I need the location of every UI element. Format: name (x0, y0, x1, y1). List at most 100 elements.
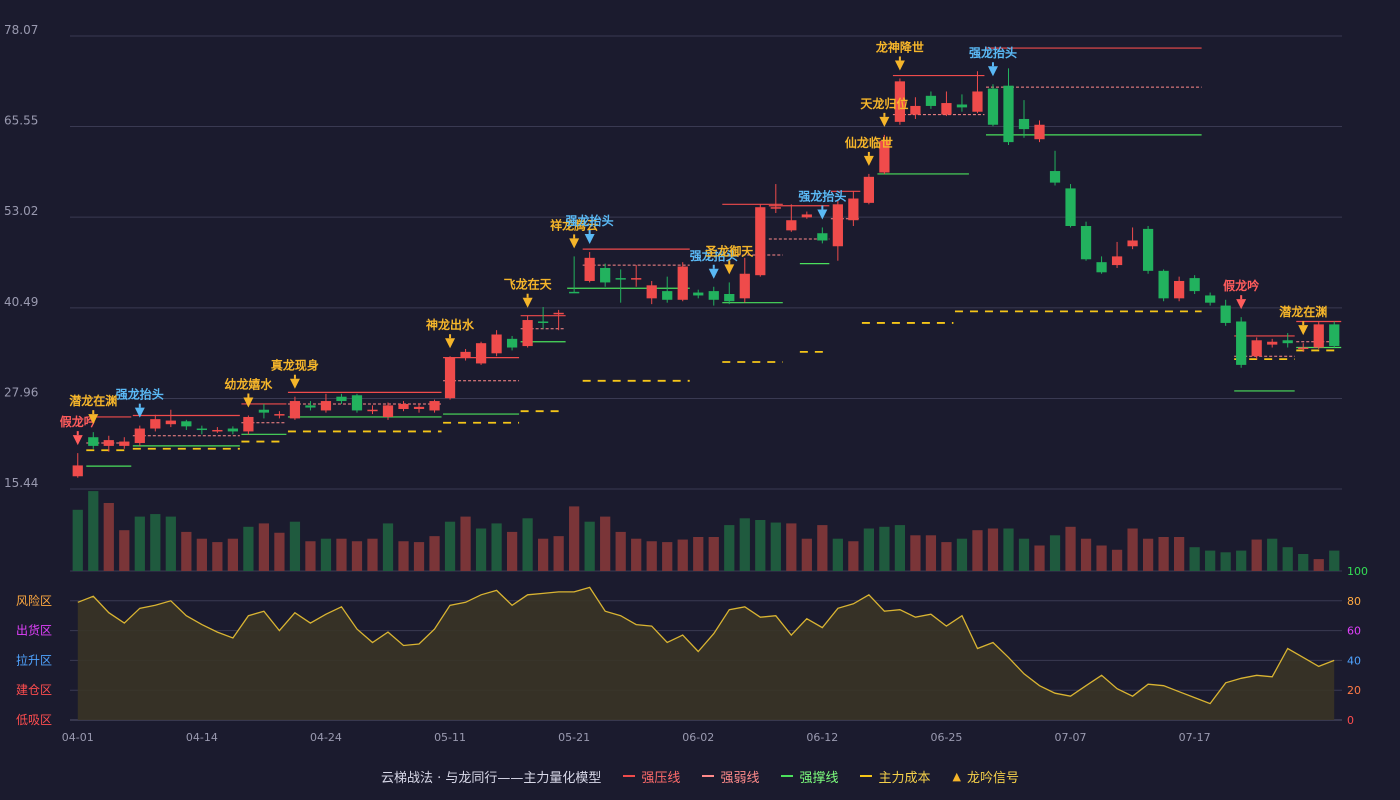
candle-body (72, 465, 83, 477)
volume-bar (770, 522, 781, 571)
candle-body (538, 321, 549, 323)
signal-label: 假龙吟 (1223, 278, 1259, 293)
candle-body (755, 207, 766, 276)
candle-body (243, 416, 254, 432)
volume-bar (305, 541, 316, 571)
volume-bar (1158, 537, 1169, 571)
legend-item-signal: ▲ 龙吟信号 (952, 767, 1018, 786)
date-tick-label: 06-02 (682, 731, 714, 744)
candle-body (910, 105, 921, 115)
volume-bar (879, 526, 890, 571)
candle-body (1065, 188, 1076, 227)
candle-body (1034, 124, 1045, 140)
candle-body (1220, 305, 1231, 323)
candle-body (677, 266, 688, 300)
legend-label-weak: 强弱线 (720, 770, 760, 786)
volume-bar (739, 518, 750, 571)
legend-label-press: 强压线 (641, 770, 681, 786)
candle-body (848, 198, 859, 221)
volume-bar (631, 538, 642, 571)
candle-body (724, 293, 735, 302)
indicator-zone-label: 出货区 (16, 623, 52, 638)
volume-bar (1282, 547, 1293, 571)
volume-bar (1018, 538, 1030, 571)
legend-item-weak: 强弱线 (702, 767, 759, 786)
candle-body (553, 312, 564, 315)
volume-bar (1220, 552, 1231, 571)
volume-bar (724, 525, 735, 571)
price-tick-label: 78.07 (4, 23, 38, 37)
volume-bar (382, 523, 394, 571)
candle-body (925, 95, 937, 106)
volume-bar (1142, 538, 1154, 571)
volume-bar (1174, 537, 1185, 571)
signal-label: 天龙归位 (860, 96, 908, 111)
volume-bar (1127, 528, 1138, 571)
volume-bar (863, 528, 874, 571)
indicator-zone-label: 低吸区 (16, 713, 52, 727)
signal-label: 仙龙临世 (845, 135, 893, 150)
date-tick-label: 04-01 (62, 731, 94, 744)
legend-label-cost: 主力成本 (878, 770, 931, 786)
candle-body (987, 88, 999, 125)
volume-bar (429, 536, 440, 571)
volume-bar (1298, 554, 1309, 571)
volume-bar (88, 491, 99, 571)
candle-body (817, 233, 828, 241)
candle-body (972, 91, 983, 112)
candle-body (600, 267, 611, 283)
date-tick-label: 04-14 (186, 731, 218, 744)
candle-body (1236, 321, 1247, 365)
candle-body (1080, 226, 1092, 260)
volume-bar (1267, 538, 1278, 571)
volume-bar (413, 542, 425, 571)
volume-bar (848, 541, 859, 571)
volume-bar (444, 521, 456, 571)
legend-item-cost: 主力成本 (860, 767, 930, 786)
date-tick-label: 06-12 (806, 731, 838, 744)
volume-bar (553, 536, 564, 571)
volume-bar (460, 516, 471, 571)
candle-body (88, 437, 99, 446)
candle-body (398, 403, 409, 410)
candle-body (584, 257, 595, 281)
signal-triangle-icon: ▲ (952, 769, 961, 783)
candle-body (134, 428, 145, 443)
volume-bar (1236, 550, 1247, 571)
candle-body (212, 429, 223, 432)
volume-bar (786, 523, 797, 571)
candle-body (646, 285, 657, 299)
candle-body (1329, 324, 1340, 347)
legend-item-strong-press: 强压线 (623, 767, 680, 786)
volume-bar (894, 525, 906, 571)
volume-bar (693, 537, 704, 571)
indicator-right-tick: 80 (1347, 595, 1361, 608)
candle-body (196, 428, 207, 431)
date-tick-label: 07-07 (1055, 731, 1087, 744)
volume-bar (196, 538, 207, 571)
candle-body (382, 405, 394, 417)
price-tick-label: 27.96 (4, 385, 38, 399)
indicator-right-tick: 100 (1347, 565, 1368, 578)
candle-body (1049, 171, 1061, 183)
volume-bar (801, 538, 812, 571)
signal-label: 强龙抬头 (566, 213, 614, 228)
volume-bar (708, 537, 719, 571)
candle-body (1267, 341, 1278, 345)
candle-body (165, 420, 176, 425)
volume-bar (662, 542, 673, 571)
volume-bar (227, 538, 238, 571)
volume-bar (925, 535, 937, 571)
candle-body (320, 401, 332, 411)
volume-bar (1189, 547, 1200, 571)
volume-bar (134, 516, 145, 571)
volume-bar (351, 541, 363, 571)
candle-body (150, 419, 161, 429)
legend-swatch-cost (860, 775, 873, 777)
candle-body (1142, 228, 1154, 271)
candle-body (770, 207, 781, 209)
candle-body (444, 357, 456, 399)
volume-bar (336, 538, 347, 571)
candle-body (569, 291, 580, 294)
candle-body (1251, 340, 1262, 357)
